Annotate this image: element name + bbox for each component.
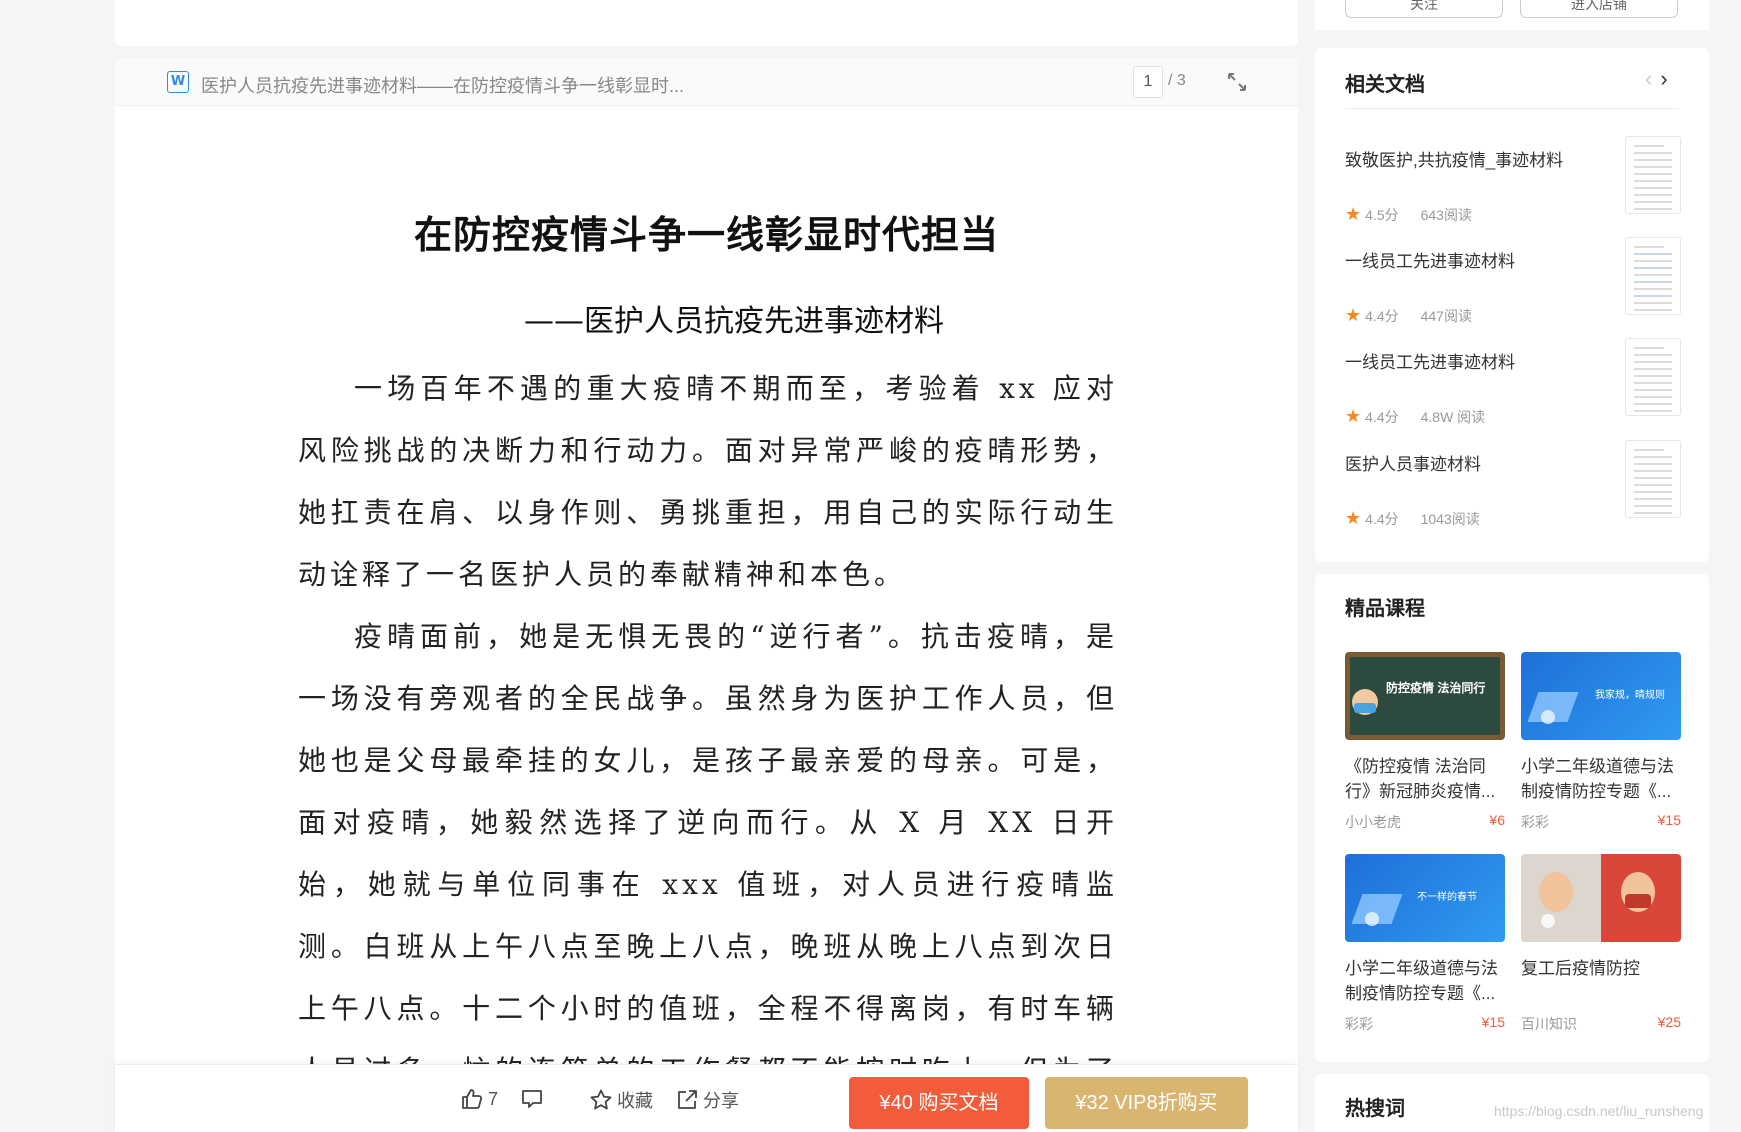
related-doc-meta: ★ 4.4分 447阅读 bbox=[1345, 305, 1472, 326]
star-outline-icon bbox=[590, 1089, 612, 1110]
chevron-right-icon[interactable]: › bbox=[1660, 66, 1667, 91]
rating: 4.5分 bbox=[1365, 206, 1399, 223]
document-header: W 医护人员抗疫先进事迹材料——在防控疫情斗争一线彰显时... 1 / 3 bbox=[115, 58, 1298, 106]
comment-icon bbox=[522, 1090, 542, 1108]
thumbs-up-icon bbox=[462, 1089, 483, 1109]
course-thumbnail[interactable]: 不一样的春节 bbox=[1345, 854, 1505, 942]
chevron-left-icon[interactable]: ‹ bbox=[1645, 66, 1652, 91]
course-name[interactable]: 《防控疫情 法治同行》新冠肺炎疫情... bbox=[1345, 754, 1505, 804]
read-count: 643阅读 bbox=[1420, 206, 1472, 223]
carousel-nav: ‹ › bbox=[1645, 66, 1668, 92]
rating: 4.4分 bbox=[1365, 510, 1399, 527]
course-meta: 彩彩 ¥15 bbox=[1345, 1014, 1505, 1034]
course-name[interactable]: 小学二年级道德与法制疫情防控专题《... bbox=[1521, 754, 1681, 804]
related-doc-item[interactable]: 一线员工先进事迹材料 ★ 4.4分 447阅读 bbox=[1345, 237, 1681, 337]
related-documents-card: 相关文档 ‹ › 致敬医护,共抗疫情_事迹材料 ★ 4.5分 643阅读 一线员工… bbox=[1315, 48, 1709, 562]
course-item[interactable]: 不一样的春节 小学二年级道德与法制疫情防控专题《... 彩彩 ¥15 bbox=[1345, 854, 1505, 1034]
like-button[interactable]: 7 bbox=[460, 1087, 498, 1111]
share-icon bbox=[678, 1090, 697, 1109]
hot-search-title: 热搜词 bbox=[1345, 1098, 1405, 1120]
course-item[interactable]: 防控疫情 法治同行 《防控疫情 法治同行》新冠肺炎疫情... 小小老虎 ¥6 bbox=[1345, 652, 1505, 832]
document-thumbnail[interactable] bbox=[1625, 440, 1681, 518]
course-meta: 百川知识 ¥25 bbox=[1521, 1014, 1681, 1034]
document-title: 在防控疫情斗争一线彰显时代担当 bbox=[413, 213, 999, 257]
page-number-input[interactable]: 1 bbox=[1133, 66, 1163, 98]
course-thumbnail[interactable]: 我家规，晴规则 bbox=[1521, 652, 1681, 740]
related-doc-item[interactable]: 致敬医护,共抗疫情_事迹材料 ★ 4.5分 643阅读 bbox=[1345, 136, 1681, 236]
fullscreen-expand-icon[interactable] bbox=[1225, 70, 1249, 94]
document-text: 一场百年不遇的重大疫晴不期而至，考验着 xx 应对风险挑战的决断力和行动力。面对… bbox=[298, 358, 1118, 1132]
related-doc-meta: ★ 4.5分 643阅读 bbox=[1345, 204, 1472, 225]
read-count: 4.8W 阅读 bbox=[1420, 408, 1486, 425]
collect-label: 收藏 bbox=[617, 1091, 653, 1111]
document-thumbnail[interactable] bbox=[1625, 237, 1681, 315]
star-icon: ★ bbox=[1345, 204, 1362, 224]
follow-button[interactable]: 关注 bbox=[1345, 0, 1503, 18]
thumbnail-text: 防控疫情 法治同行 bbox=[1386, 681, 1486, 695]
top-card bbox=[115, 0, 1298, 46]
course-name[interactable]: 复工后疫情防控 bbox=[1521, 956, 1681, 1006]
course-author: 彩彩 bbox=[1345, 1016, 1373, 1032]
rating: 4.4分 bbox=[1365, 307, 1399, 324]
related-doc-meta: ★ 4.4分 1043阅读 bbox=[1345, 508, 1480, 529]
paragraph: 疫晴面前，她是无惧无畏的“逆行者”。抗击疫晴，是一场没有旁观者的全民战争。虽然身… bbox=[298, 620, 1118, 1132]
course-author: 彩彩 bbox=[1521, 814, 1549, 830]
action-bar: 7 收藏 分享 ¥40 购买文档 ¥32 VIP8折购买 bbox=[115, 1064, 1298, 1132]
document-header-title: 医护人员抗疫先进事迹材料——在防控疫情斗争一线彰显时... bbox=[201, 76, 685, 96]
related-doc-title[interactable]: 一线员工先进事迹材料 bbox=[1345, 348, 1515, 373]
star-icon: ★ bbox=[1345, 508, 1362, 528]
rating: 4.4分 bbox=[1365, 408, 1399, 425]
comment-button[interactable] bbox=[520, 1087, 544, 1111]
course-author: 百川知识 bbox=[1521, 1016, 1577, 1032]
featured-courses-title: 精品课程 bbox=[1345, 598, 1425, 620]
thumbnail-text: 不一样的春节 bbox=[1417, 892, 1477, 903]
share-button[interactable]: 分享 bbox=[675, 1087, 739, 1113]
vip-buy-button[interactable]: ¥32 VIP8折购买 bbox=[1045, 1077, 1248, 1129]
course-name[interactable]: 小学二年级道德与法制疫情防控专题《... bbox=[1345, 956, 1505, 1006]
related-doc-meta: ★ 4.4分 4.8W 阅读 bbox=[1345, 406, 1485, 427]
read-count: 1043阅读 bbox=[1420, 510, 1480, 527]
course-price: ¥15 bbox=[1481, 1014, 1505, 1030]
related-doc-item[interactable]: 医护人员事迹材料 ★ 4.4分 1043阅读 bbox=[1345, 440, 1681, 540]
paragraph: 一场百年不遇的重大疫晴不期而至，考验着 xx 应对风险挑战的决断力和行动力。面对… bbox=[298, 372, 1118, 591]
related-doc-title[interactable]: 致敬医护,共抗疫情_事迹材料 bbox=[1345, 146, 1563, 171]
course-price: ¥15 bbox=[1657, 812, 1681, 828]
page-total: / 3 bbox=[1168, 72, 1186, 89]
watermark: https://blog.csdn.net/liu_runsheng bbox=[1494, 1103, 1704, 1119]
collect-button[interactable]: 收藏 bbox=[589, 1087, 653, 1113]
divider bbox=[1345, 108, 1679, 109]
related-doc-title[interactable]: 一线员工先进事迹材料 bbox=[1345, 247, 1515, 272]
read-count: 447阅读 bbox=[1420, 307, 1472, 324]
course-thumbnail[interactable]: 防控疫情 法治同行 bbox=[1345, 652, 1505, 740]
related-doc-title[interactable]: 医护人员事迹材料 bbox=[1345, 450, 1481, 475]
document-thumbnail[interactable] bbox=[1625, 136, 1681, 214]
related-documents-title: 相关文档 bbox=[1345, 74, 1425, 96]
course-price: ¥6 bbox=[1489, 812, 1505, 828]
star-icon: ★ bbox=[1345, 305, 1362, 325]
document-thumbnail[interactable] bbox=[1625, 338, 1681, 416]
document-subtitle: ——医护人员抗疫先进事迹材料 bbox=[524, 304, 944, 339]
course-thumbnail[interactable] bbox=[1521, 854, 1681, 942]
buy-document-button[interactable]: ¥40 购买文档 bbox=[849, 1077, 1029, 1129]
thumbnail-text: 我家规，晴规则 bbox=[1595, 690, 1665, 701]
course-meta: 小小老虎 ¥6 bbox=[1345, 812, 1505, 832]
course-author: 小小老虎 bbox=[1345, 814, 1401, 830]
star-icon: ★ bbox=[1345, 406, 1362, 426]
document-viewer: W 医护人员抗疫先进事迹材料——在防控疫情斗争一线彰显时... 1 / 3 在防… bbox=[115, 58, 1298, 1132]
like-count: 7 bbox=[488, 1088, 499, 1109]
shop-card: 关注 进入店铺 bbox=[1315, 0, 1709, 30]
course-item[interactable]: 我家规，晴规则 小学二年级道德与法制疫情防控专题《... 彩彩 ¥15 bbox=[1521, 652, 1681, 832]
related-doc-item[interactable]: 一线员工先进事迹材料 ★ 4.4分 4.8W 阅读 bbox=[1345, 338, 1681, 438]
share-label: 分享 bbox=[703, 1091, 739, 1111]
course-item[interactable]: 复工后疫情防控 百川知识 ¥25 bbox=[1521, 854, 1681, 1034]
course-price: ¥25 bbox=[1657, 1014, 1681, 1030]
word-file-icon: W bbox=[167, 71, 189, 93]
course-meta: 彩彩 ¥15 bbox=[1521, 812, 1681, 832]
featured-courses-card: 精品课程 防控疫情 法治同行 《防控疫情 法治同行》新冠肺炎疫情... 小小老虎… bbox=[1315, 574, 1709, 1062]
enter-shop-button[interactable]: 进入店铺 bbox=[1520, 0, 1678, 18]
